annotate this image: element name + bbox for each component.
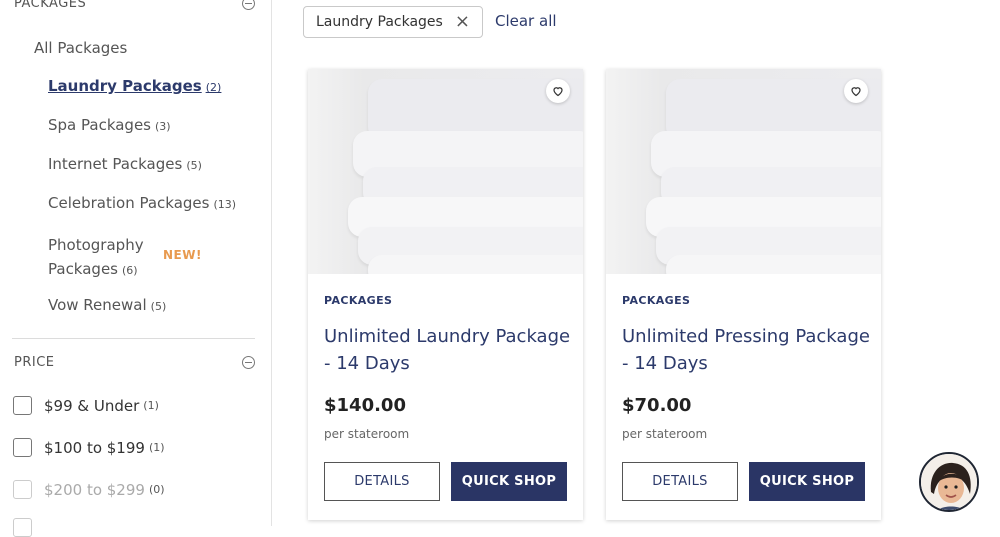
- details-button[interactable]: DETAILS: [622, 462, 738, 501]
- category-count: (2): [205, 81, 222, 94]
- category-label: Vow Renewal: [48, 296, 147, 314]
- clear-all-link[interactable]: Clear all: [495, 12, 557, 30]
- product-category: PACKAGES: [622, 294, 691, 307]
- checkbox[interactable]: [13, 438, 32, 457]
- category-label: Packages: [48, 260, 118, 278]
- checkbox: [13, 480, 32, 499]
- assistant-face-icon: [921, 454, 977, 510]
- packages-heading: PACKAGES: [14, 0, 87, 11]
- category-photography-packages[interactable]: Photography Packages (6): [48, 233, 144, 283]
- heart-icon: [851, 87, 861, 97]
- category-label: Laundry Packages: [48, 77, 202, 95]
- checkbox: [13, 518, 32, 537]
- product-price: $70.00: [622, 395, 692, 416]
- product-image[interactable]: [308, 69, 583, 274]
- category-label: All Packages: [34, 39, 128, 57]
- category-label: Celebration Packages: [48, 194, 210, 212]
- product-card: PACKAGES Unlimited Pressing Package - 14…: [606, 69, 881, 520]
- product-card: PACKAGES Unlimited Laundry Package - 14 …: [308, 69, 583, 520]
- section-divider: [12, 338, 255, 339]
- category-count: (5): [186, 159, 202, 172]
- price-filter-count: (0): [148, 483, 165, 496]
- wishlist-button[interactable]: [844, 79, 868, 103]
- heart-icon: [553, 87, 563, 97]
- details-button[interactable]: DETAILS: [324, 462, 440, 501]
- wishlist-button[interactable]: [546, 79, 570, 103]
- new-badge: NEW!: [163, 248, 202, 262]
- price-filter-200-299: $200 to $299 (0): [13, 480, 165, 499]
- chip-label: Laundry Packages: [316, 14, 443, 30]
- collapse-icon[interactable]: [242, 356, 255, 369]
- quick-shop-button[interactable]: QUICK SHOP: [451, 462, 567, 501]
- category-count: (5): [150, 300, 167, 313]
- price-filter-label: $99 & Under: [44, 396, 140, 415]
- category-all-packages[interactable]: All Packages: [34, 39, 127, 57]
- category-count: (13): [213, 198, 237, 211]
- product-title[interactable]: Unlimited Laundry Package - 14 Days: [324, 323, 574, 377]
- product-category: PACKAGES: [324, 294, 393, 307]
- price-filter-next: [13, 518, 44, 537]
- price-section-header[interactable]: PRICE: [14, 355, 255, 370]
- collapse-icon[interactable]: [242, 0, 255, 10]
- category-vow-renewal[interactable]: Vow Renewal (5): [48, 296, 166, 314]
- price-note: per stateroom: [622, 427, 708, 441]
- price-filter-100-199[interactable]: $100 to $199 (1): [13, 438, 165, 457]
- price-filter-99-under[interactable]: $99 & Under (1): [13, 396, 159, 415]
- category-count: (3): [155, 120, 171, 133]
- category-internet-packages[interactable]: Internet Packages (5): [48, 155, 202, 173]
- quick-shop-button[interactable]: QUICK SHOP: [749, 462, 865, 501]
- category-label: Photography: [48, 236, 144, 254]
- category-spa-packages[interactable]: Spa Packages (3): [48, 116, 171, 134]
- category-label: Internet Packages: [48, 155, 183, 173]
- checkbox[interactable]: [13, 396, 32, 415]
- close-icon[interactable]: ×: [455, 13, 470, 31]
- category-celebration-packages[interactable]: Celebration Packages (13): [48, 194, 236, 212]
- category-label: Spa Packages: [48, 116, 151, 134]
- category-laundry-packages[interactable]: Laundry Packages (2): [48, 77, 221, 95]
- product-price: $140.00: [324, 395, 406, 416]
- price-filter-count: (1): [148, 441, 165, 454]
- product-image[interactable]: [606, 69, 881, 274]
- packages-section-header[interactable]: PACKAGES: [14, 0, 255, 11]
- active-filter-chip[interactable]: Laundry Packages ×: [303, 6, 483, 38]
- price-filter-count: (1): [143, 399, 159, 412]
- price-filter-label: $100 to $199: [44, 438, 145, 457]
- filter-sidebar: PACKAGES All Packages Laundry Packages (2…: [0, 0, 272, 537]
- price-note: per stateroom: [324, 427, 410, 441]
- category-count: (6): [122, 264, 138, 277]
- chat-assistant-avatar[interactable]: [919, 452, 979, 512]
- price-heading: PRICE: [14, 355, 55, 370]
- product-title[interactable]: Unlimited Pressing Package - 14 Days: [622, 323, 872, 377]
- price-filter-label: $200 to $299: [44, 480, 145, 499]
